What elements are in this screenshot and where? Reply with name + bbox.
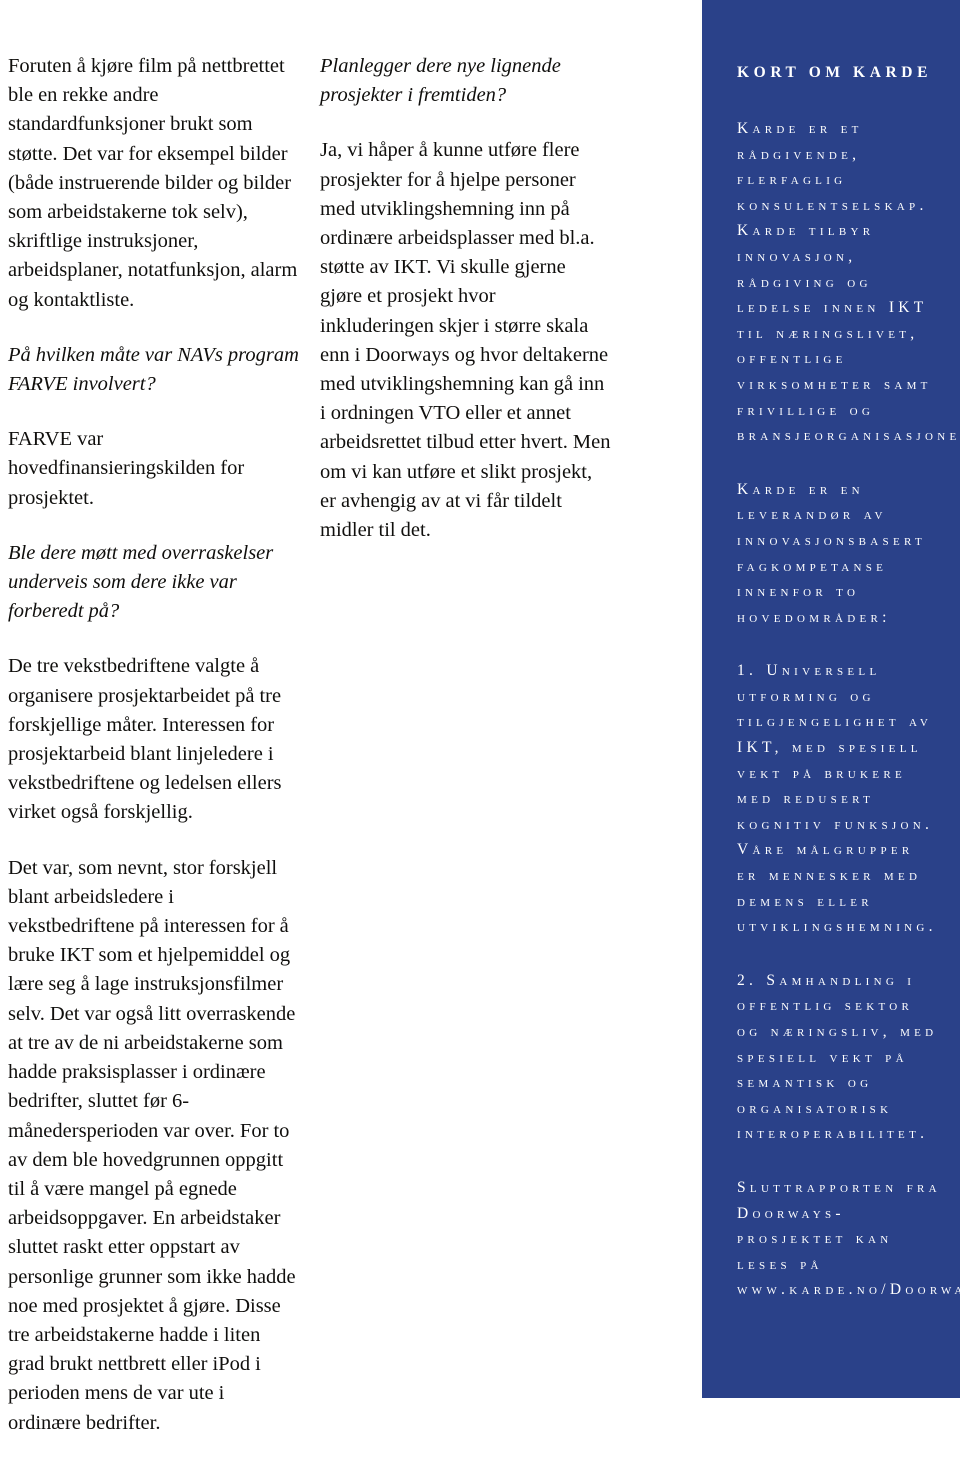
text-column-two: Planlegger dere nye lignende prosjekter … — [320, 52, 612, 571]
article-page: Foruten å kjøre film på nettbrettet ble … — [0, 0, 960, 1434]
paragraph-standardfunksjoner: Foruten å kjøre film på nettbrettet ble … — [8, 55, 298, 311]
fact-box-heading: Kort om Karde — [737, 64, 933, 81]
fact-box-karde: Kort om Karde Karde er et rådgivende, fl… — [702, 0, 960, 1398]
question-farve-involvert: På hvilken måte var NAVs program FARVE i… — [8, 343, 299, 396]
article-text-columns: Foruten å kjøre film på nettbrettet ble … — [0, 0, 700, 1434]
paragraph-fremtidsplaner: Ja, vi håper å kunne utføre flere prosje… — [320, 139, 611, 542]
question-overraskelser: Ble dere møtt med overraskelser undervei… — [8, 541, 274, 623]
fact-box-paragraph-leverandor: Karde er en leverandør av innovasjonsbas… — [737, 480, 926, 626]
paragraph-farve-finansiering: FARVE var hovedfinansieringskilden for p… — [8, 428, 245, 509]
question-nye-prosjekter: Planlegger dere nye lignende prosjekter … — [320, 55, 561, 107]
fact-box-paragraph-om-karde: Karde er et rådgivende, flerfaglig konsu… — [737, 120, 960, 445]
fact-box-paragraph-sluttrapport: Sluttrapporten fra Doorways-prosjektet k… — [737, 1178, 960, 1299]
paragraph-arbeidsledere: Det var, som nevnt, stor forskjell blant… — [8, 856, 296, 1434]
fact-box-paragraph-hovedomrade-1: 1. Universell utforming og tilgjengeligh… — [737, 662, 937, 936]
text-column-one: Foruten å kjøre film på nettbrettet ble … — [8, 52, 300, 1464]
paragraph-vekstbedriftene: De tre vekstbedriftene valgte å organise… — [8, 655, 282, 824]
fact-box-paragraph-hovedomrade-2: 2. Samhandling i offentlig sektor og nær… — [737, 971, 938, 1143]
